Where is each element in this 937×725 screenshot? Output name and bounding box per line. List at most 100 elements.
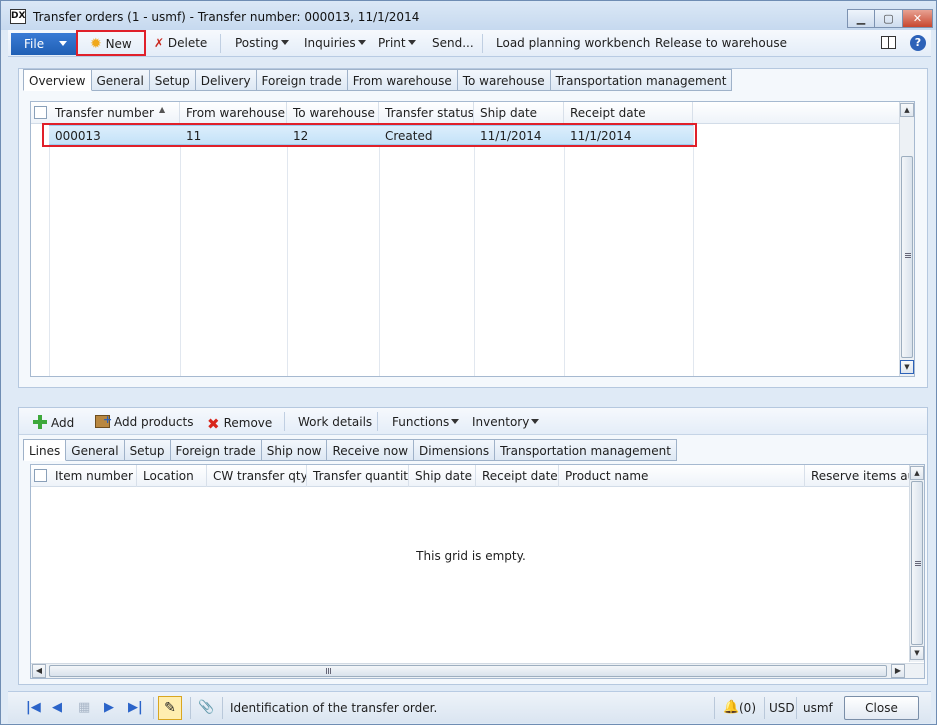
column-divider [180, 124, 181, 376]
vertical-scrollbar[interactable]: ▲ ▼ [899, 102, 914, 376]
edit-pencil-icon[interactable]: ✎ [158, 696, 182, 720]
next-record-icon[interactable]: ▶ [104, 701, 114, 715]
tab-delivery[interactable]: Delivery [195, 69, 257, 91]
select-all-checkbox[interactable] [34, 106, 47, 119]
app-icon: DX [10, 9, 26, 24]
tab-lines[interactable]: Lines [23, 439, 67, 461]
lines-toolbar: Add Add products ✖Remove Work details Fu… [19, 408, 927, 435]
scroll-down-icon[interactable]: ▼ [900, 360, 914, 374]
column-header-reserve-items[interactable]: Reserve items autc [805, 465, 909, 487]
tab-lines-general[interactable]: General [66, 439, 125, 461]
release-to-warehouse-button[interactable]: Release to warehouse [655, 36, 787, 50]
currency-indicator[interactable]: USD [769, 701, 795, 715]
column-header-cw-transfer-qty[interactable]: CW transfer qty [207, 465, 307, 487]
print-menu[interactable]: Print [378, 36, 416, 50]
send-button[interactable]: Send... [432, 36, 474, 50]
posting-menu[interactable]: Posting [235, 36, 289, 50]
tab-overview[interactable]: Overview [23, 69, 92, 91]
grid-header: Transfer number ▲ From warehouse To wareh… [31, 102, 899, 124]
delete-icon: ✗ [154, 36, 165, 50]
column-header-ship-date[interactable]: Ship date [474, 102, 564, 124]
grip-line [915, 561, 921, 562]
tab-dimensions[interactable]: Dimensions [414, 439, 496, 461]
tab-general[interactable]: General [91, 69, 150, 91]
new-highlight-box [76, 30, 146, 56]
scrollbar-thumb[interactable] [911, 481, 923, 645]
column-header-item-number[interactable]: Item number [49, 465, 137, 487]
file-menu-button[interactable]: File [11, 33, 76, 55]
divider [220, 34, 221, 53]
delete-button[interactable]: ✗ Delete [154, 36, 207, 50]
lines-vertical-scrollbar[interactable]: ▲ ▼ [909, 465, 924, 662]
tab-from-warehouse[interactable]: From warehouse [347, 69, 458, 91]
column-header-transfer-status[interactable]: Transfer status [379, 102, 474, 124]
scroll-down-icon[interactable]: ▼ [910, 646, 924, 660]
tab-lines-foreign-trade[interactable]: Foreign trade [170, 439, 262, 461]
grid-view-icon[interactable]: ▦ [78, 701, 90, 715]
tab-lines-transportation-management[interactable]: Transportation management [495, 439, 677, 461]
inventory-menu[interactable]: Inventory [472, 415, 540, 429]
scroll-left-icon[interactable]: ◀ [32, 664, 46, 678]
grip-line [328, 668, 329, 674]
divider [377, 412, 378, 431]
bell-icon[interactable]: 🔔 [723, 700, 739, 715]
column-divider [564, 124, 565, 376]
divider [482, 34, 483, 53]
dropdown-arrow-icon [451, 419, 460, 424]
tab-foreign-trade[interactable]: Foreign trade [256, 69, 348, 91]
last-record-icon[interactable]: ▶| [128, 701, 143, 715]
file-label: File [24, 37, 45, 51]
attachment-icon[interactable]: 📎 [198, 700, 214, 715]
first-record-icon[interactable]: |◀ [26, 701, 41, 715]
remove-icon: ✖ [207, 415, 220, 433]
add-button[interactable]: Add [33, 415, 74, 430]
tab-setup[interactable]: Setup [149, 69, 196, 91]
column-header-location[interactable]: Location [137, 465, 207, 487]
scroll-right-icon[interactable]: ▶ [891, 664, 905, 678]
close-button[interactable]: Close [844, 696, 919, 720]
book-icon[interactable] [881, 36, 896, 49]
scroll-up-icon[interactable]: ▲ [900, 103, 914, 117]
column-header-receipt-date[interactable]: Receipt date [564, 102, 693, 124]
dropdown-arrow-icon [531, 419, 540, 424]
scroll-up-icon[interactable]: ▲ [910, 466, 924, 480]
help-icon[interactable]: ? [910, 35, 926, 51]
previous-record-icon[interactable]: ◀ [52, 701, 62, 715]
delete-label: Delete [167, 36, 208, 50]
notification-count[interactable]: (0) [739, 701, 756, 715]
remove-button[interactable]: ✖ Remove [207, 415, 272, 433]
column-header-ship-date[interactable]: Ship date [409, 465, 476, 487]
divider [284, 412, 285, 431]
close-window-button[interactable]: ✕ [903, 9, 933, 28]
functions-menu[interactable]: Functions [392, 415, 460, 429]
minimize-button[interactable]: ▁ [847, 9, 875, 28]
column-header-product-name[interactable]: Product name [559, 465, 805, 487]
tab-lines-setup[interactable]: Setup [124, 439, 171, 461]
lines-grid: Item number Location CW transfer qty Tra… [30, 464, 925, 679]
column-header-receipt-date[interactable]: Receipt date [476, 465, 559, 487]
grip-line [905, 253, 911, 254]
column-header-to-warehouse[interactable]: To warehouse [287, 102, 379, 124]
tab-ship-now[interactable]: Ship now [261, 439, 328, 461]
column-header-transfer-number[interactable]: Transfer number ▲ [49, 102, 180, 124]
column-header-transfer-quantity[interactable]: Transfer quantity [307, 465, 409, 487]
posting-label: Posting [235, 36, 279, 50]
tab-receive-now[interactable]: Receive now [327, 439, 415, 461]
chevron-down-icon [59, 41, 67, 46]
maximize-button[interactable]: ▢ [875, 9, 903, 28]
tab-to-warehouse[interactable]: To warehouse [457, 69, 551, 91]
add-products-button[interactable]: Add products [95, 413, 193, 429]
work-details-button[interactable]: Work details [298, 415, 372, 429]
title-bar: DX Transfer orders (1 - usmf) - Transfer… [1, 1, 936, 30]
column-header-from-warehouse[interactable]: From warehouse [180, 102, 287, 124]
scrollbar-thumb[interactable] [901, 156, 913, 358]
load-planning-workbench-button[interactable]: Load planning workbench [496, 36, 650, 50]
horizontal-scrollbar-thumb[interactable] [49, 665, 887, 677]
select-all-lines-checkbox[interactable] [34, 469, 47, 482]
company-indicator[interactable]: usmf [803, 701, 833, 715]
column-divider [693, 124, 694, 376]
tab-transportation-management[interactable]: Transportation management [550, 69, 733, 91]
column-divider [287, 124, 288, 376]
inquiries-menu[interactable]: Inquiries [304, 36, 366, 50]
lines-horizontal-scrollbar[interactable]: ◀ ▶ [31, 663, 924, 678]
